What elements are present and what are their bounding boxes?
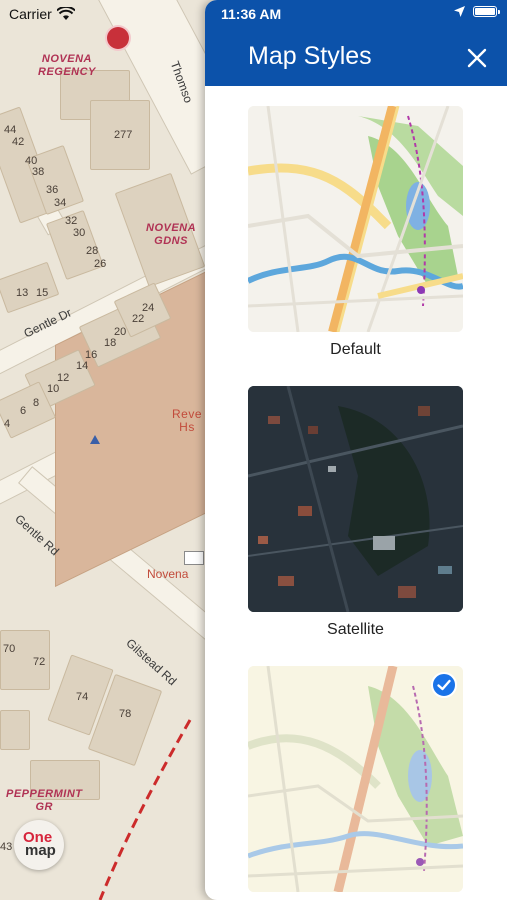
location-arrow-icon [90, 435, 100, 444]
house-number: 36 [46, 184, 59, 196]
house-number: 30 [73, 227, 86, 239]
place-peppermint-gr: PEPPERMINT GR [6, 788, 83, 813]
style-option-default[interactable]: Default [248, 106, 463, 359]
house-number: 42 [12, 136, 25, 148]
poi-novena: Novena [147, 567, 189, 581]
house-number: 32 [65, 215, 78, 227]
status-time: 11:36 AM [221, 6, 282, 22]
house-number: 34 [54, 197, 67, 209]
status-bar-right [454, 6, 500, 17]
onemap-logo-button[interactable]: One map [14, 820, 64, 870]
close-icon[interactable] [466, 47, 488, 69]
location-services-icon [454, 6, 465, 17]
place-reve: Reve Hs [172, 407, 203, 434]
house-number: 26 [94, 258, 107, 270]
house-number: 72 [33, 656, 46, 668]
house-number: 18 [104, 337, 117, 349]
house-number: 277 [114, 129, 133, 141]
carrier-label: Carrier [9, 6, 52, 22]
satellite-map-thumbnail[interactable] [248, 386, 463, 612]
selected-check-icon [431, 672, 457, 698]
bus-stop-icon[interactable] [107, 27, 129, 49]
battery-icon [473, 6, 500, 17]
house-number: 22 [132, 313, 145, 325]
onemap-logo-text-map: map [25, 842, 56, 859]
house-number: 70 [3, 643, 16, 655]
house-number: 78 [119, 708, 132, 720]
house-number: 4 [4, 418, 11, 430]
style-label-satellite: Satellite [327, 621, 384, 638]
style-option-light[interactable] [248, 666, 463, 892]
panel-header: 11:36 AM Map Styles [205, 0, 507, 86]
light-map-thumbnail[interactable] [248, 666, 463, 892]
house-number: 14 [76, 360, 89, 372]
place-novena-regency: NOVENA REGENCY [38, 53, 96, 78]
house-number: 43 [0, 841, 13, 853]
style-label-default: Default [330, 341, 381, 358]
panel-title: Map Styles [248, 42, 372, 70]
style-option-satellite[interactable]: Satellite [248, 386, 463, 639]
house-number: 6 [20, 405, 27, 417]
map-styles-panel: 11:36 AM Map Styles Default Satellite [205, 0, 507, 900]
house-number: 15 [36, 287, 49, 299]
building [0, 261, 60, 314]
house-number: 74 [76, 691, 89, 703]
house-number: 10 [47, 383, 60, 395]
house-number: 44 [4, 124, 17, 136]
house-number: 8 [33, 397, 40, 409]
default-map-thumbnail[interactable] [248, 106, 463, 332]
wifi-icon [56, 7, 75, 20]
house-number: 13 [16, 287, 29, 299]
place-novena-gdns: NOVENA GDNS [146, 222, 197, 247]
house-number: 38 [32, 166, 45, 178]
mail-icon [184, 551, 204, 565]
status-bar-left: Carrier [9, 6, 75, 22]
house-number: 28 [86, 245, 99, 257]
